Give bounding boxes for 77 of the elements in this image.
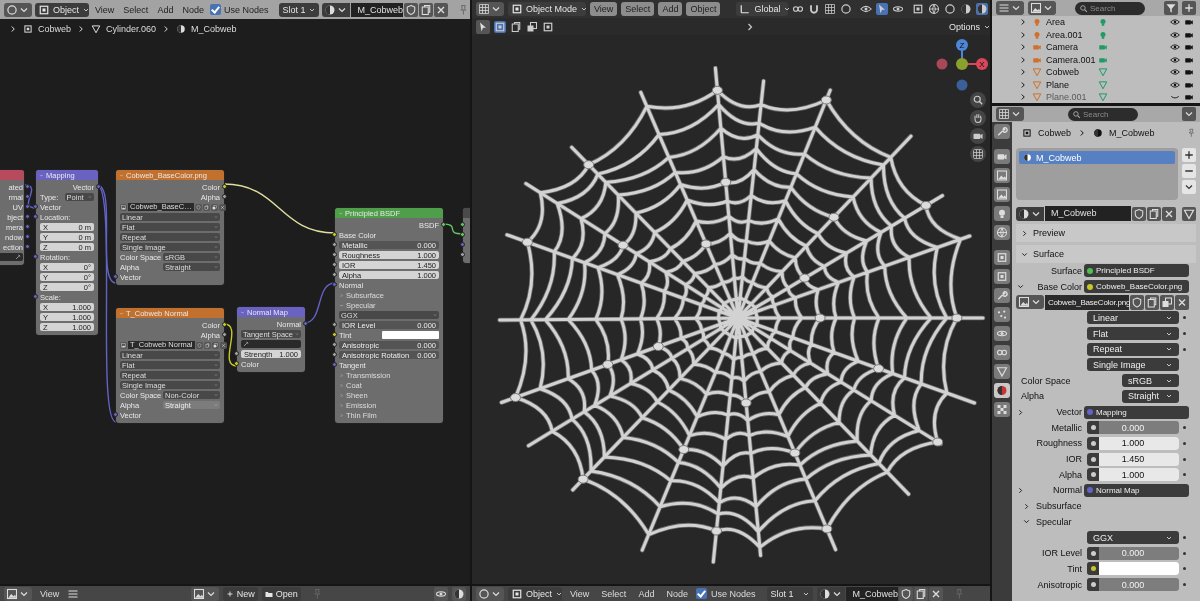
menu-item[interactable]: Object [686, 2, 721, 16]
search-field[interactable]: Search [1068, 107, 1138, 121]
outliner-item-name[interactable]: Cobweb [1046, 67, 1094, 78]
dropdown[interactable]: Slot 1 [279, 2, 320, 17]
slider-field[interactable]: 0.000 [1087, 578, 1179, 592]
outliner-item-name[interactable]: Camera.001 [1046, 54, 1094, 65]
socket-link-field[interactable]: Mapping [1084, 405, 1189, 419]
menu-item[interactable]: Select [621, 2, 655, 16]
new-button[interactable]: New [222, 586, 258, 601]
menu-item[interactable]: Select [120, 2, 152, 17]
socket-link-field[interactable]: Normal Map [1084, 483, 1189, 497]
subpanel-toggle[interactable]: Specular [1016, 516, 1179, 527]
material-name-field[interactable]: M_Cobweb [846, 586, 899, 601]
material-name-field[interactable]: M_Cobweb [351, 2, 404, 17]
menu-item[interactable]: Add [658, 2, 683, 16]
material-slot[interactable]: M_Cobweb [1019, 151, 1175, 164]
menu-item[interactable]: View [590, 2, 618, 16]
field-label: Alpha [1020, 391, 1046, 402]
menu-item[interactable]: Node [179, 2, 207, 17]
dropdown[interactable]: Object Mode [508, 2, 586, 16]
dropdown[interactable]: Object [508, 586, 562, 601]
menu-item[interactable]: View [566, 586, 594, 601]
field-label: Metallic [1050, 422, 1082, 433]
dropdown[interactable]: Single Image [1087, 358, 1179, 372]
slider-field[interactable]: 1.000 [1087, 468, 1179, 482]
socket-link-field[interactable]: Cobweb_BaseColor.png [1084, 280, 1189, 294]
dropdown[interactable]: Options [946, 19, 986, 34]
checkbox-label[interactable]: Use Nodes [223, 4, 269, 15]
panel-header[interactable]: Surface [1016, 245, 1196, 263]
outliner-item-name[interactable]: Plane [1046, 79, 1094, 90]
field-label: IOR [1065, 454, 1082, 465]
dropdown[interactable]: Repeat [1087, 342, 1179, 356]
menu-item[interactable]: View [92, 2, 118, 17]
outliner-item-name[interactable]: Plane.001 [1046, 92, 1094, 103]
material-name-field[interactable]: M_Cobweb [1045, 206, 1131, 221]
search-field[interactable]: Search [1075, 1, 1145, 15]
menu-item[interactable]: Add [154, 2, 177, 17]
field-label: Surface [1049, 265, 1082, 276]
dropdown[interactable]: Flat [1087, 327, 1179, 341]
menu-item[interactable]: View [36, 586, 64, 601]
dropdown[interactable]: Global [736, 2, 789, 16]
menu-item[interactable]: Add [634, 586, 659, 601]
field-label: Roughness [1035, 438, 1082, 449]
field-label: Color Space [1020, 375, 1072, 386]
socket-link-field[interactable]: Principled BSDF [1084, 264, 1189, 278]
field-label: Anisotropic [1036, 579, 1082, 590]
field-label: Base Color [1036, 281, 1082, 292]
number-field[interactable]: 1.450 [1087, 452, 1179, 466]
slider-field[interactable]: 1.000 [1087, 436, 1179, 450]
checkbox-label[interactable]: Use Nodes [710, 588, 756, 599]
dropdown[interactable]: sRGB [1122, 374, 1179, 388]
field-label: Normal [1052, 485, 1082, 496]
panel-header[interactable]: Preview [1016, 224, 1196, 242]
dropdown[interactable]: Straight [1122, 389, 1179, 403]
breadcrumb-item[interactable]: Cobweb [1038, 128, 1072, 138]
breadcrumb-item[interactable]: Cobweb [38, 24, 72, 34]
dropdown[interactable]: Object [35, 2, 89, 17]
navigation-gizmo[interactable]: Z X [934, 36, 990, 96]
open-button[interactable]: Open [261, 586, 301, 601]
slider-field[interactable]: 0.000 [1087, 421, 1179, 435]
dropdown[interactable]: Slot 1 [767, 586, 814, 601]
field-label: Tint [1066, 563, 1082, 574]
field-label: Alpha [1057, 469, 1082, 480]
field-label: Vector [1055, 407, 1082, 418]
menu-item[interactable]: Select [597, 586, 631, 601]
slider-field[interactable]: 0.000 [1087, 546, 1179, 560]
outliner-item-name[interactable]: Area [1046, 17, 1094, 28]
outliner-item-name[interactable]: Camera [1046, 42, 1094, 53]
field-label: IOR Level [1040, 548, 1082, 559]
breadcrumb-item[interactable]: M_Cobweb [191, 24, 237, 34]
outliner-item-name[interactable]: Area.001 [1046, 29, 1094, 40]
dropdown[interactable]: GGX [1087, 531, 1179, 545]
subpanel-toggle[interactable]: Subsurface [1016, 501, 1179, 512]
menu-item[interactable]: Node [662, 586, 692, 601]
breadcrumb-item[interactable]: M_Cobweb [1109, 128, 1155, 138]
breadcrumb-item[interactable]: Cylinder.060 [106, 24, 157, 34]
dropdown[interactable]: Linear [1087, 311, 1179, 325]
